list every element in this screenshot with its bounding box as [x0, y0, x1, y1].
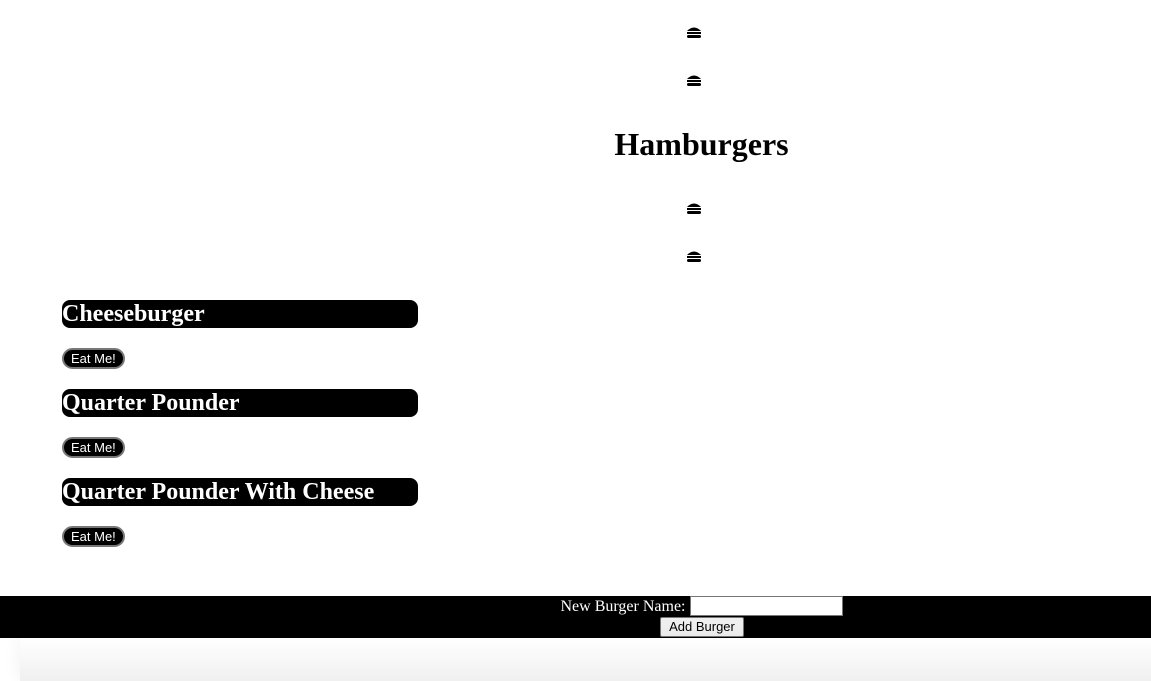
- page-title: Hamburgers: [614, 126, 789, 162]
- burger-name: Quarter Pounder: [62, 389, 418, 417]
- add-burger-form: New Burger Name: Add Burger: [0, 596, 1151, 638]
- burger-name-label: New Burger Name:: [560, 598, 686, 615]
- hamburger-icon: [686, 201, 702, 215]
- burger-name: Quarter Pounder With Cheese: [62, 478, 418, 506]
- burger-item: Quarter Pounder Eat Me!: [62, 389, 418, 478]
- form-row: New Burger Name:: [0, 596, 1151, 617]
- burger-list: Cheeseburger Eat Me! Quarter Pounder Eat…: [62, 300, 418, 566]
- eat-me-button[interactable]: Eat Me!: [62, 348, 125, 369]
- eat-me-button[interactable]: Eat Me!: [62, 437, 125, 458]
- burger-item: Cheeseburger Eat Me!: [62, 300, 418, 389]
- footer-shadow: [20, 638, 1151, 681]
- hamburger-icon: [686, 25, 702, 39]
- eat-me-button[interactable]: Eat Me!: [62, 526, 125, 547]
- burger-item: Quarter Pounder With Cheese Eat Me!: [62, 478, 418, 566]
- add-burger-button[interactable]: Add Burger: [660, 617, 744, 637]
- hamburger-icon: [686, 73, 702, 87]
- burger-name-input[interactable]: [689, 596, 843, 616]
- hamburger-icon: [686, 249, 702, 263]
- burger-name: Cheeseburger: [62, 300, 418, 328]
